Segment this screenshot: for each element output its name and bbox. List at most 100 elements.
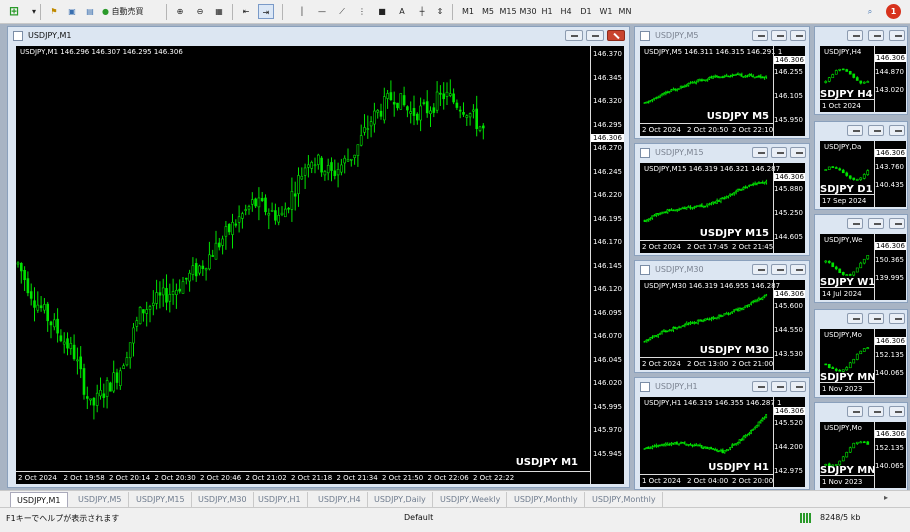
tab-usdjpy-m5[interactable]: USDJPY,M5 — [72, 492, 129, 507]
chart-shift-icon[interactable]: ⇤ — [238, 4, 254, 19]
maximize-button[interactable] — [868, 125, 884, 136]
search-icon[interactable]: ⌕ — [862, 4, 878, 19]
tab-usdjpy-monthly[interactable]: USDJPY,Monthly — [508, 492, 585, 507]
maximize-button[interactable] — [868, 406, 884, 417]
tab-usdjpy-m1[interactable]: USDJPY,M1 — [10, 492, 68, 507]
minimize-button[interactable] — [847, 125, 863, 136]
tab-usdjpy-weekly[interactable]: USDJPY,Weekly — [434, 492, 508, 507]
candle-body — [658, 95, 661, 99]
close-button[interactable] — [790, 381, 806, 392]
scroll-right-icon[interactable]: ▸ — [884, 493, 888, 502]
minimize-button[interactable] — [847, 30, 863, 41]
close-button[interactable] — [607, 30, 625, 41]
maximize-button[interactable] — [771, 147, 787, 158]
cursor-icon[interactable]: │ — [294, 4, 310, 19]
tab-usdjpy-daily[interactable]: USDJPY,Daily — [368, 492, 433, 507]
chart-window-m15[interactable]: USDJPY,M15 USDJPY,M15 146.319 146.321 146… — [634, 143, 810, 256]
tf-w1-button[interactable]: W1 — [596, 4, 616, 19]
text-tool-icon[interactable]: A — [394, 4, 410, 19]
close-button[interactable] — [790, 264, 806, 275]
current-price-label: 146.306 — [875, 337, 906, 345]
close-button[interactable] — [889, 406, 905, 417]
price-chart[interactable]: USDJPY,M5 146.311 146.315 146.291 1 USDJP… — [640, 46, 805, 136]
candle-body — [708, 318, 710, 321]
chart-window-right[interactable]: USDJPY,Da SDJPY D1 146.306 143.760 140.435 17… — [814, 121, 908, 210]
maximize-button[interactable] — [868, 30, 884, 41]
maximize-button[interactable] — [771, 381, 787, 392]
new-chart-icon[interactable]: ⊞ — [6, 4, 22, 19]
price-chart[interactable]: USDJPY,Mo SDJPY MN 146.306 152.135 140.065 1 … — [820, 422, 906, 488]
minimize-button[interactable] — [752, 147, 768, 158]
candle-body — [862, 174, 866, 179]
navigator-icon[interactable]: ▤ — [82, 4, 98, 19]
maximize-button[interactable] — [586, 30, 604, 41]
minimize-button[interactable] — [847, 406, 863, 417]
tf-m15-button[interactable]: M15 — [498, 4, 518, 19]
price-chart[interactable]: USDJPY,M1 146.296 146.307 146.295 146.30… — [16, 46, 624, 484]
tf-h1-button[interactable]: H1 — [537, 4, 557, 19]
horizontal-line-icon[interactable]: — — [314, 4, 330, 19]
price-label: 146.045 — [593, 355, 622, 364]
auto-trade-button[interactable]: ● 自動売買 — [102, 4, 162, 19]
price-chart[interactable]: USDJPY,H1 146.319 146.355 146.287 1 USDJP… — [640, 397, 805, 487]
minimize-button[interactable] — [847, 218, 863, 229]
maximize-button[interactable] — [771, 30, 787, 41]
tf-m30-button[interactable]: M30 — [518, 4, 538, 19]
chart-window-right[interactable]: USDJPY,Mo SDJPY MN 146.306 152.135 140.065 1 … — [814, 309, 908, 398]
maximize-button[interactable] — [868, 218, 884, 229]
close-button[interactable] — [889, 313, 905, 324]
maximize-button[interactable] — [771, 264, 787, 275]
chart-window-right[interactable]: USDJPY,H4 SDJPY H4 146.306 144.870 143.020 1 … — [814, 26, 908, 115]
profiles-icon[interactable]: ⚑ — [46, 4, 62, 19]
close-button[interactable] — [790, 147, 806, 158]
tab-usdjpy-m15[interactable]: USDJPY,M15 — [130, 492, 192, 507]
price-chart[interactable]: USDJPY,Mo SDJPY MN 146.306 152.135 140.065 1 … — [820, 329, 906, 395]
minimize-button[interactable] — [847, 313, 863, 324]
channel-icon[interactable]: ⋮ — [354, 4, 370, 19]
tf-m1-button[interactable]: M1 — [458, 4, 478, 19]
tab-usdjpy-h1[interactable]: USDJPY,H1 — [252, 492, 308, 507]
chart-window-m1[interactable]: USDJPY,M1 USDJPY,M1 146.296 146.307 146.… — [7, 26, 630, 488]
price-chart[interactable]: USDJPY,Da SDJPY D1 146.306 143.760 140.435 17… — [820, 141, 906, 207]
tile-windows-icon[interactable]: ▦ — [211, 4, 227, 19]
chart-window-h1[interactable]: USDJPY,H1 USDJPY,H1 146.319 146.355 146.2… — [634, 377, 810, 490]
trendline-icon[interactable]: ⟋ — [334, 4, 350, 19]
tf-h4-button[interactable]: H4 — [556, 4, 576, 19]
price-chart[interactable]: USDJPY,M30 146.319 146.955 146.287 USDJPY… — [640, 280, 805, 370]
chart-window-m5[interactable]: USDJPY,M5 USDJPY,M5 146.311 146.315 146.2… — [634, 26, 810, 139]
rectangle-icon[interactable]: ■ — [374, 4, 390, 19]
tab-usdjpy-monthly[interactable]: USDJPY,Monthly — [586, 492, 663, 507]
candle-body — [677, 208, 680, 211]
chart-window-right[interactable]: USDJPY,We SDJPY W1 146.306 150.365 139.995 14… — [814, 214, 908, 303]
autoscroll-icon[interactable]: ⇥ — [258, 4, 274, 19]
close-button[interactable] — [889, 218, 905, 229]
chart-window-right[interactable]: USDJPY,Mo SDJPY MN 146.306 152.135 140.065 1 … — [814, 402, 908, 491]
notification-badge[interactable]: 1 — [886, 4, 901, 19]
price-chart[interactable]: USDJPY,H4 SDJPY H4 146.306 144.870 143.020 1 … — [820, 46, 906, 112]
close-button[interactable] — [889, 125, 905, 136]
minimize-button[interactable] — [752, 381, 768, 392]
minimize-button[interactable] — [752, 264, 768, 275]
tf-d1-button[interactable]: D1 — [576, 4, 596, 19]
arrows-icon[interactable]: ⇕ — [432, 4, 448, 19]
market-watch-icon[interactable]: ▣ — [64, 4, 80, 19]
price-chart[interactable]: USDJPY,We SDJPY W1 146.306 150.365 139.995 14… — [820, 234, 906, 300]
zoom-in-icon[interactable]: ⊕ — [172, 4, 188, 19]
tf-m5-button[interactable]: M5 — [478, 4, 498, 19]
zoom-out-icon[interactable]: ⊖ — [192, 4, 208, 19]
candle-body — [683, 207, 686, 210]
crosshair-icon[interactable]: ┼ — [414, 4, 430, 19]
tab-usdjpy-m30[interactable]: USDJPY,M30 — [192, 492, 254, 507]
maximize-button[interactable] — [868, 313, 884, 324]
minimize-button[interactable] — [565, 30, 583, 41]
candle-body — [349, 158, 353, 161]
candle-body — [845, 69, 849, 72]
tab-usdjpy-h4[interactable]: USDJPY,H4 — [312, 492, 368, 507]
close-button[interactable] — [889, 30, 905, 41]
minimize-button[interactable] — [752, 30, 768, 41]
tf-mn-button[interactable]: MN — [615, 4, 635, 19]
close-button[interactable] — [790, 30, 806, 41]
chart-window-m30[interactable]: USDJPY,M30 USDJPY,M30 146.319 146.955 146… — [634, 260, 810, 373]
candle-body — [56, 318, 59, 334]
price-chart[interactable]: USDJPY,M15 146.319 146.321 146.287 USDJPY… — [640, 163, 805, 253]
